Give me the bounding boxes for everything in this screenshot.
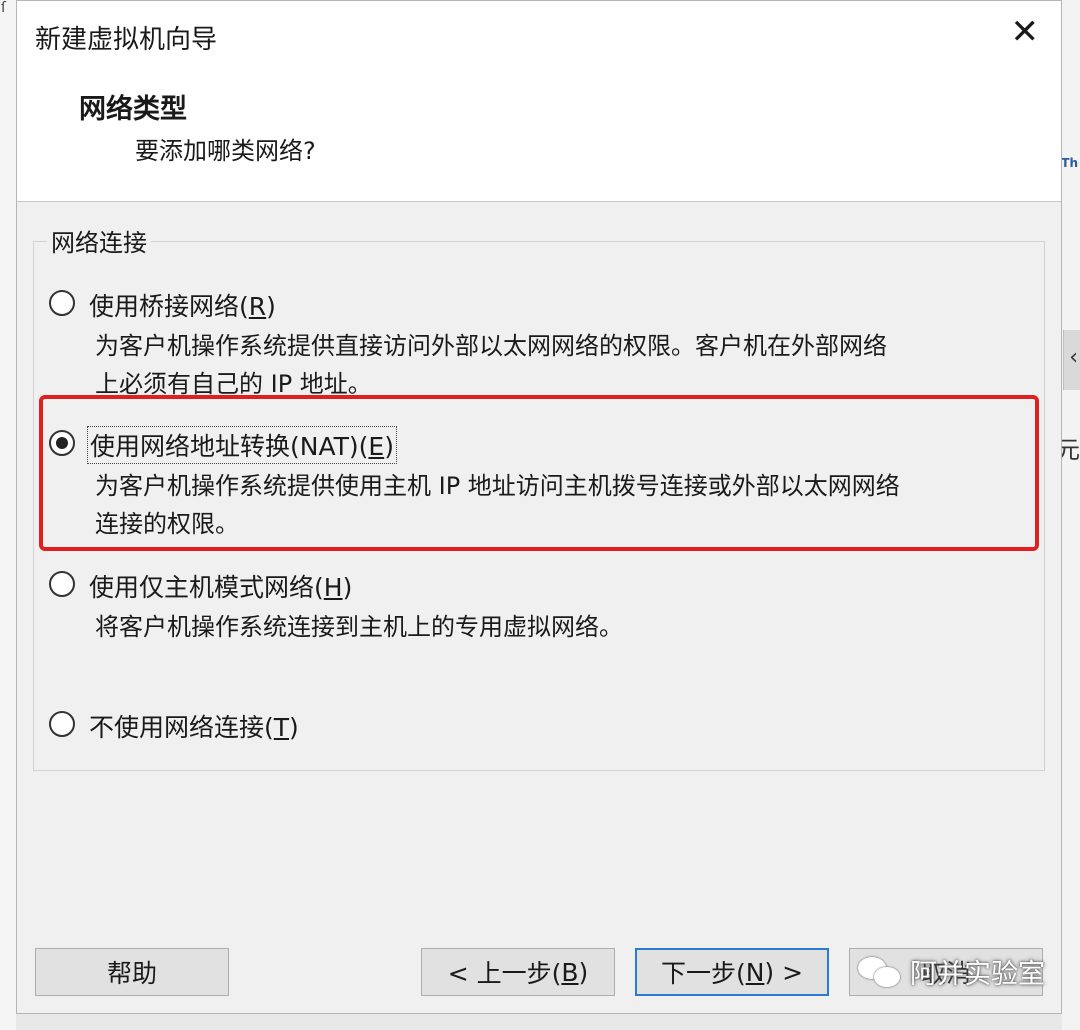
back-button[interactable]: < 上一步(B) — [421, 948, 615, 996]
option-host-only-label[interactable]: 使用仅主机模式网络(H) — [89, 568, 352, 604]
dialog-header: 新建虚拟机向导 ✕ 网络类型 要添加哪类网络? — [17, 1, 1061, 202]
help-button[interactable]: 帮助 — [35, 948, 229, 996]
description-line: 为客户机操作系统提供直接访问外部以太网网络的权限。客户机在外部网络 — [95, 332, 887, 360]
new-vm-wizard-dialog: 新建虚拟机向导 ✕ 网络类型 要添加哪类网络? 网络连接 使用桥接网络(R) 为… — [16, 0, 1062, 1014]
option-bridged-label[interactable]: 使用桥接网络(R) — [89, 287, 276, 323]
close-icon[interactable]: ✕ — [1011, 15, 1040, 49]
watermark: 阿并实验室 — [858, 952, 1045, 991]
option-host-only-description: 将客户机操作系统连接到主机上的专用虚拟网络。 — [95, 608, 1035, 646]
background-window-left: ſ — [0, 0, 16, 1030]
description-line: 将客户机操作系统连接到主机上的专用虚拟网络。 — [95, 613, 623, 641]
option-bridged-description: 为客户机操作系统提供直接访问外部以太网网络的权限。客户机在外部网络 上必须有自己… — [95, 327, 1035, 403]
radio-bridged[interactable] — [49, 290, 75, 316]
option-no-network-label[interactable]: 不使用网络连接(T) — [89, 708, 299, 744]
background-fragment: Th — [1061, 156, 1078, 170]
next-button[interactable]: 下一步(N) > — [635, 948, 829, 996]
dialog-title: 新建虚拟机向导 — [35, 25, 218, 55]
annotation-highlight-box — [39, 395, 1039, 551]
page-subtitle: 要添加哪类网络? — [135, 137, 316, 165]
radio-host-only[interactable] — [49, 571, 75, 597]
radio-no-network[interactable] — [49, 711, 75, 737]
background-window-right: Th ‹ 元 — [1056, 0, 1080, 1030]
page-title: 网络类型 — [79, 94, 187, 125]
chevron-left-icon: ‹ — [1069, 345, 1078, 370]
wechat-icon — [858, 955, 902, 989]
background-fragment: ſ — [1, 0, 6, 16]
group-label: 网络连接 — [47, 223, 151, 258]
watermark-text: 阿并实验室 — [910, 959, 1045, 990]
